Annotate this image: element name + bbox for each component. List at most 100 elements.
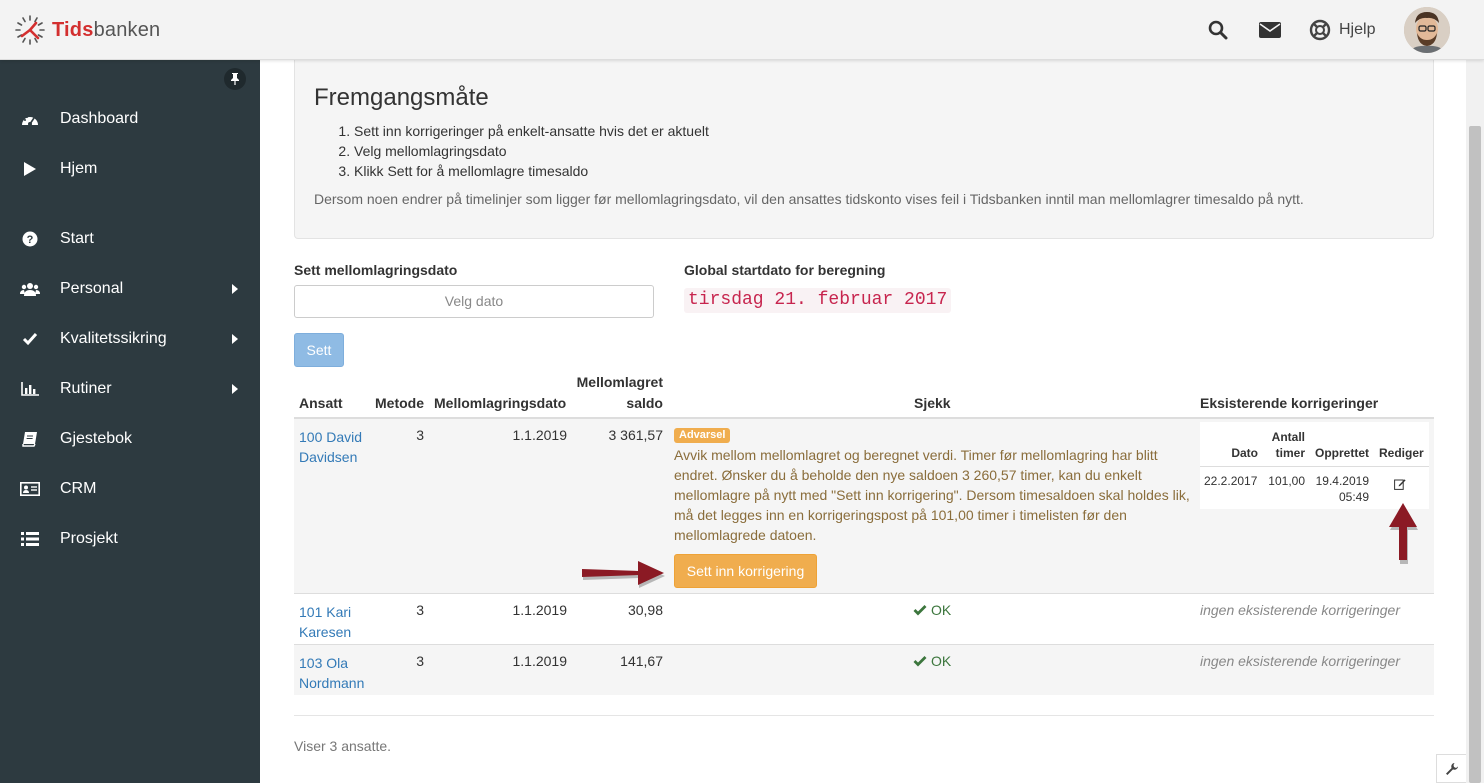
lifebuoy-icon bbox=[1309, 19, 1331, 41]
cell-metode: 3 bbox=[416, 653, 424, 669]
instructions-panel: Fremgangsmåte Sett inn korrigeringer på … bbox=[294, 60, 1434, 239]
pin-icon[interactable] bbox=[224, 68, 246, 90]
employee-link-103[interactable]: 103 Ola Nordmann bbox=[299, 653, 364, 693]
corrections-table: Dato Antall timer Opprettet Rediger 22.2… bbox=[1200, 422, 1429, 509]
check-icon bbox=[913, 656, 927, 667]
date-label: Sett mellomlagringsdato bbox=[294, 262, 458, 278]
col-header-saldo-line1: Mellomlagret bbox=[576, 374, 663, 390]
sidebar-item-label: Prosjekt bbox=[60, 530, 118, 547]
sub-header-opprettet: Opprettet bbox=[1315, 446, 1369, 460]
col-header-metode: Metode bbox=[375, 395, 424, 411]
sidebar-item-label: Hjem bbox=[60, 160, 98, 177]
sidebar-item-label: Start bbox=[60, 230, 94, 247]
check-icon bbox=[20, 329, 40, 349]
dashboard-icon bbox=[20, 109, 40, 129]
wrench-icon[interactable] bbox=[1436, 754, 1466, 783]
sub-table-divider bbox=[1200, 466, 1429, 467]
sub-header-dato: Dato bbox=[1231, 446, 1258, 460]
sub-cell-antall: 101,00 bbox=[1268, 474, 1305, 488]
no-corrections-text: ingen eksisterende korrigeringer bbox=[1200, 602, 1400, 618]
caret-right-icon bbox=[232, 334, 238, 344]
caret-right-icon bbox=[232, 284, 238, 294]
sidebar-item-hjem[interactable]: Hjem bbox=[0, 151, 260, 187]
sidebar-item-label: CRM bbox=[60, 480, 97, 497]
cell-dato: 1.1.2019 bbox=[512, 427, 568, 443]
sidebar-item-label: Rutiner bbox=[60, 380, 112, 397]
logo-text: Tidsbanken bbox=[52, 18, 161, 41]
bar-chart-icon bbox=[20, 379, 40, 399]
employee-link-100[interactable]: 100 David Davidsen bbox=[299, 427, 362, 467]
instructions-note: Dersom noen endrer på timelinjer som lig… bbox=[314, 191, 1304, 207]
warning-message: Avvik mellom mellomlagret og beregnet ve… bbox=[674, 447, 1190, 543]
sidebar-item-label: Personal bbox=[60, 280, 124, 297]
set-button[interactable]: Sett bbox=[294, 333, 344, 367]
check-icon bbox=[913, 605, 927, 616]
sidebar-item-crm[interactable]: CRM bbox=[0, 471, 260, 507]
id-card-icon bbox=[20, 479, 40, 499]
sidebar-item-kvalitetssikring[interactable]: Kvalitetssikring bbox=[0, 321, 260, 357]
status-label: OK bbox=[931, 602, 952, 618]
caret-right-icon bbox=[232, 384, 238, 394]
cell-metode: 3 bbox=[416, 427, 424, 443]
sub-header-rediger: Rediger bbox=[1379, 446, 1424, 460]
tidsbanken-logo[interactable]: Tidsbanken bbox=[14, 14, 160, 46]
list-icon bbox=[20, 529, 40, 549]
cell-dato: 1.1.2019 bbox=[512, 653, 568, 669]
users-icon bbox=[20, 279, 40, 299]
sub-cell-opprettet-time: 05:49 bbox=[1338, 490, 1369, 504]
sidebar-item-personal[interactable]: Personal bbox=[0, 271, 260, 307]
insert-correction-button[interactable]: Sett inn korrigering bbox=[674, 554, 817, 588]
annotation-arrow-up bbox=[1389, 503, 1418, 564]
status-ok: OK bbox=[913, 653, 951, 669]
sidebar-item-label: Kvalitetssikring bbox=[60, 330, 167, 347]
footer-divider bbox=[294, 715, 1434, 716]
sidebar-item-gjestebok[interactable]: Gjestebok bbox=[0, 421, 260, 457]
col-header-dato: Mellomlagringsdato bbox=[434, 395, 567, 411]
sub-header-antall-line2: timer bbox=[1275, 446, 1305, 460]
instructions-step: Klikk Sett for å mellomlagre timesaldo bbox=[354, 161, 709, 181]
status-label: OK bbox=[931, 653, 952, 669]
sidebar-item-rutiner[interactable]: Rutiner bbox=[0, 371, 260, 407]
sidebar-item-label: Gjestebok bbox=[60, 430, 133, 447]
instructions-title: Fremgangsmåte bbox=[314, 84, 489, 111]
top-bar: Tidsbanken Hjelp bbox=[0, 0, 1484, 60]
scrollbar-thumb[interactable] bbox=[1469, 126, 1481, 783]
col-header-ansatt: Ansatt bbox=[299, 395, 343, 411]
logo-clock-icon bbox=[15, 15, 45, 45]
cell-saldo: 30,98 bbox=[627, 602, 663, 618]
question-circle-icon: ? bbox=[20, 229, 40, 249]
status-ok: OK bbox=[913, 602, 951, 618]
instructions-steps: Sett inn korrigeringer på enkelt-ansatte… bbox=[340, 121, 709, 181]
sidebar-item-start[interactable]: ? Start bbox=[0, 221, 260, 257]
sub-header-antall-line1: Antall bbox=[1271, 430, 1305, 444]
book-icon bbox=[20, 429, 40, 449]
employee-link-101[interactable]: 101 Kari Karesen bbox=[299, 602, 351, 642]
cell-metode: 3 bbox=[416, 602, 424, 618]
sub-cell-dato: 22.2.2017 bbox=[1204, 474, 1258, 488]
global-start-value: tirsdag 21. februar 2017 bbox=[684, 288, 952, 313]
sidebar-item-label: Dashboard bbox=[60, 110, 139, 127]
search-icon[interactable] bbox=[1206, 18, 1230, 42]
cell-saldo: 141,67 bbox=[620, 653, 663, 669]
warning-badge: Advarsel bbox=[674, 428, 731, 443]
envelope-icon[interactable] bbox=[1258, 18, 1282, 42]
vertical-scrollbar[interactable] bbox=[1466, 60, 1484, 783]
help-label: Hjelp bbox=[1339, 21, 1376, 38]
col-header-sjekk: Sjekk bbox=[914, 395, 951, 411]
help-link[interactable]: Hjelp bbox=[1309, 18, 1375, 42]
col-header-saldo-line2: saldo bbox=[626, 395, 663, 411]
global-start-label: Global startdato for beregning bbox=[684, 262, 886, 278]
sidebar-item-dashboard[interactable]: Dashboard bbox=[0, 101, 260, 137]
footer-count: Viser 3 ansatte. bbox=[294, 738, 392, 754]
edit-icon[interactable] bbox=[1394, 477, 1408, 491]
annotation-arrow-right bbox=[582, 561, 665, 588]
row-divider bbox=[294, 593, 1434, 594]
cell-dato: 1.1.2019 bbox=[512, 602, 568, 618]
no-corrections-text: ingen eksisterende korrigeringer bbox=[1200, 653, 1400, 669]
instructions-step: Sett inn korrigeringer på enkelt-ansatte… bbox=[354, 121, 709, 141]
instructions-step: Velg mellomlagringsdato bbox=[354, 141, 709, 161]
sidebar-item-prosjekt[interactable]: Prosjekt bbox=[0, 521, 260, 557]
date-input[interactable]: Velg dato bbox=[294, 285, 654, 318]
cell-saldo: 3 361,57 bbox=[608, 427, 664, 443]
user-avatar[interactable] bbox=[1404, 7, 1450, 53]
